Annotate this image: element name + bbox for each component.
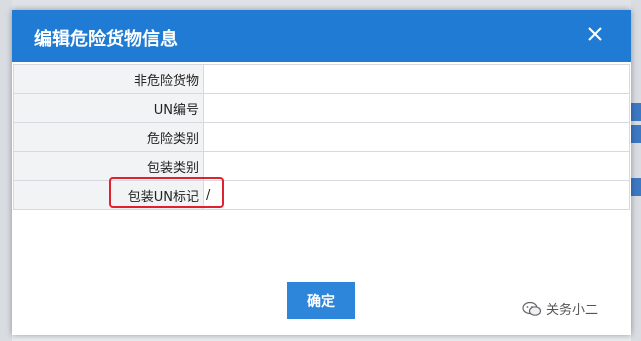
form-row-un-number: UN编号: [13, 93, 630, 123]
form-row-non-dangerous: 非危险货物: [13, 64, 630, 94]
background-strip: [0, 0, 641, 10]
non-dangerous-goods-field[interactable]: [203, 64, 630, 94]
close-icon[interactable]: [585, 24, 605, 44]
confirm-button[interactable]: 确定: [287, 282, 355, 319]
field-label: 非危险货物: [13, 64, 204, 94]
hazard-class-field[interactable]: [203, 122, 630, 152]
background-left-edge: [0, 0, 12, 341]
red-highlight-annotation: [109, 177, 224, 208]
un-number-field[interactable]: [203, 93, 630, 123]
form-row-packing-group: 包装类别: [13, 151, 630, 181]
background-right-edge: [631, 0, 641, 341]
background-blue-tab: [631, 178, 641, 196]
background-blue-tab: [631, 103, 641, 121]
dangerous-goods-form: 非危险货物 UN编号 危险类别 包装类别 包装UN标记 /: [13, 64, 630, 210]
packing-un-mark-field[interactable]: /: [203, 180, 630, 210]
field-label: 危险类别: [13, 122, 204, 152]
watermark: 关务小二: [522, 299, 598, 318]
dialog-header: 编辑危险货物信息: [12, 10, 631, 62]
edit-dangerous-goods-dialog: 编辑危险货物信息 非危险货物 UN编号 危险类别 包装类别 包装UN标记 / 确…: [12, 10, 631, 335]
field-label: UN编号: [13, 93, 204, 123]
watermark-text: 关务小二: [546, 303, 599, 318]
form-row-packing-un-mark: 包装UN标记 /: [13, 180, 630, 210]
wechat-icon: [522, 301, 542, 316]
dialog-title: 编辑危险货物信息: [34, 29, 178, 50]
background-blue-tab: [631, 125, 641, 143]
form-row-hazard-class: 危险类别: [13, 122, 630, 152]
packing-group-field[interactable]: [203, 151, 630, 181]
